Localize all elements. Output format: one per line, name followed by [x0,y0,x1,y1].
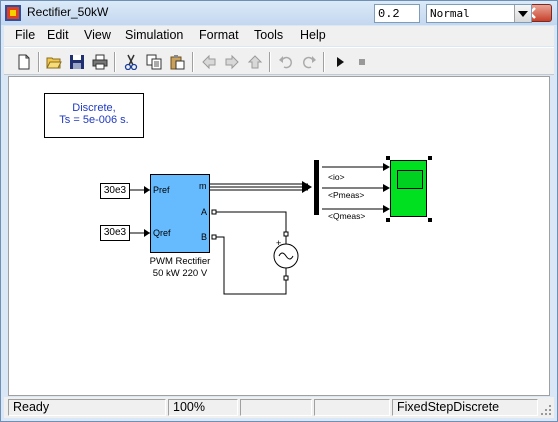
port-pref-label: Pref [153,185,170,195]
rectifier-caption-line1: PWM Rectifier [149,256,211,267]
signal-label-io: <io> [328,172,345,182]
qref-constant-block[interactable]: 30e3 [100,225,130,241]
port-m-label: m [199,181,207,191]
status-empty-pane [314,399,390,416]
scope-selection-handles [386,156,432,222]
status-solver: FixedStepDiscrete [392,399,538,416]
status-ready: Ready [8,399,166,416]
resize-grip-icon[interactable] [540,404,552,416]
signal-label-qmeas: <Qmeas> [328,211,366,221]
status-zoom: 100% [168,399,238,416]
status-empty-pane [240,399,312,416]
signal-wires: + [130,160,390,295]
rectifier-caption-line2: 50 kW 220 V [152,268,208,279]
port-a-label: A [201,207,208,217]
port-b-label: B [201,232,208,242]
signal-label-pmeas: <Pmeas> [328,190,365,200]
pref-constant-block[interactable]: 30e3 [100,183,130,199]
svg-text:+: + [276,238,281,248]
port-qref-label: Qref [153,228,171,238]
